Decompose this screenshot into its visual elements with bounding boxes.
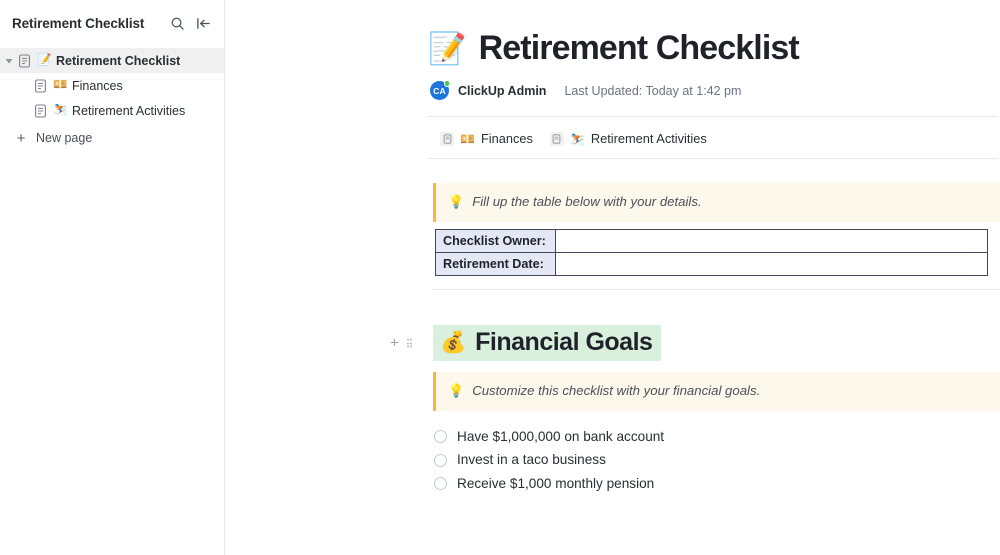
last-updated-text: Last Updated: Today at 1:42 pm bbox=[564, 83, 742, 98]
page-doc-icon bbox=[549, 131, 564, 146]
block-gutter-controls: + bbox=[390, 336, 413, 351]
list-item[interactable]: Have $1,000,000 on bank account bbox=[434, 428, 1000, 446]
subpage-emoji: 💴 bbox=[460, 131, 475, 146]
money-bag-icon: 💰 bbox=[440, 331, 467, 355]
new-page-label: New page bbox=[36, 131, 93, 145]
callout-text: Fill up the table below with your detail… bbox=[472, 194, 702, 210]
sidebar-page-tree: 📝 Retirement Checklist 💴 Finances ⛷️ Ret… bbox=[0, 46, 224, 151]
checklist-item-label: Have $1,000,000 on bank account bbox=[457, 428, 665, 444]
search-icon[interactable] bbox=[168, 14, 186, 32]
page-emoji: 📝 bbox=[37, 53, 52, 66]
section-heading-financial-goals[interactable]: 💰 Financial Goals bbox=[433, 325, 662, 361]
table-value-retirement-date[interactable] bbox=[555, 252, 988, 277]
page-doc-icon bbox=[16, 53, 32, 69]
page-emoji: ⛷️ bbox=[53, 103, 68, 116]
table-header-checklist-owner: Checklist Owner: bbox=[435, 229, 556, 254]
sidebar-title: Retirement Checklist bbox=[12, 15, 145, 31]
subpage-links: 💴 Finances ⛷️ Retirement Activities bbox=[428, 117, 1000, 158]
details-table-wrap: Checklist Owner: Retirement Date: bbox=[428, 229, 1000, 277]
page-doc-icon bbox=[32, 103, 48, 119]
table-header-retirement-date: Retirement Date: bbox=[435, 252, 556, 277]
sidebar-item-label: Retirement Checklist bbox=[56, 53, 181, 68]
status-dot-icon bbox=[443, 80, 450, 87]
plus-icon: + bbox=[16, 129, 26, 147]
subpage-link-retirement-activities[interactable]: ⛷️ Retirement Activities bbox=[549, 131, 707, 147]
table-row: Retirement Date: bbox=[435, 252, 988, 277]
sidebar-item-retirement-checklist[interactable]: 📝 Retirement Checklist bbox=[0, 48, 224, 73]
lightbulb-icon: 💡 bbox=[448, 194, 465, 210]
sidebar-item-retirement-activities[interactable]: ⛷️ Retirement Activities bbox=[0, 98, 224, 123]
checkbox-icon[interactable] bbox=[434, 430, 447, 444]
subpage-link-finances[interactable]: 💴 Finances bbox=[440, 131, 533, 146]
sidebar: Retirement Checklist 📝 Retirement Checkl… bbox=[0, 0, 225, 555]
list-item[interactable]: Receive $1,000 monthly pension bbox=[434, 475, 1000, 493]
document-title-row: 📝 Retirement Checklist bbox=[428, 29, 1000, 67]
plus-icon[interactable]: + bbox=[390, 336, 399, 351]
page-emoji: 💴 bbox=[53, 78, 68, 91]
checklist-item-label: Invest in a taco business bbox=[457, 452, 606, 468]
checkbox-icon[interactable] bbox=[434, 453, 447, 467]
document-title-emoji[interactable]: 📝 bbox=[428, 33, 467, 64]
document-meta: CA ClickUp Admin Last Updated: Today at … bbox=[428, 80, 1000, 101]
sidebar-item-label: Retirement Activities bbox=[72, 103, 186, 118]
page-doc-icon bbox=[32, 78, 48, 94]
avatar[interactable]: CA bbox=[430, 80, 450, 101]
table-value-checklist-owner[interactable] bbox=[555, 229, 988, 254]
document-body: 📝 Retirement Checklist CA ClickUp Admin … bbox=[225, 0, 1000, 493]
subpage-emoji: ⛷️ bbox=[569, 131, 585, 146]
callout-text: Customize this checklist with your finan… bbox=[472, 382, 761, 398]
collapse-sidebar-icon[interactable] bbox=[194, 14, 212, 32]
author-name: ClickUp Admin bbox=[458, 83, 547, 98]
lightbulb-icon: 💡 bbox=[448, 382, 465, 398]
drag-handle-icon[interactable] bbox=[406, 338, 413, 348]
section-financial-goals-block: + 💰 Financial Goals bbox=[390, 325, 1000, 361]
sidebar-item-finances[interactable]: 💴 Finances bbox=[0, 73, 224, 98]
subpage-label: Finances bbox=[480, 131, 533, 147]
table-row: Checklist Owner: bbox=[435, 229, 988, 254]
checklist-item-label: Receive $1,000 monthly pension bbox=[457, 476, 655, 492]
financial-goals-checklist: Have $1,000,000 on bank account Invest i… bbox=[434, 428, 1000, 493]
callout-customize-checklist[interactable]: 💡 Customize this checklist with your fin… bbox=[433, 371, 1000, 411]
subpage-label: Retirement Activities bbox=[590, 131, 707, 147]
app-root: Retirement Checklist 📝 Retirement Checkl… bbox=[0, 0, 1000, 555]
sidebar-item-label: Finances bbox=[72, 78, 123, 93]
details-table: Checklist Owner: Retirement Date: bbox=[435, 229, 988, 277]
divider-below-table bbox=[433, 289, 1000, 291]
sidebar-header: Retirement Checklist bbox=[0, 0, 224, 46]
main-content: 📝 Retirement Checklist CA ClickUp Admin … bbox=[225, 0, 1000, 555]
new-page-button[interactable]: + New page bbox=[0, 125, 224, 151]
page-title[interactable]: Retirement Checklist bbox=[479, 29, 800, 67]
callout-fill-table[interactable]: 💡 Fill up the table below with your deta… bbox=[433, 183, 1000, 223]
section-heading-text: Financial Goals bbox=[475, 328, 653, 357]
checkbox-icon[interactable] bbox=[434, 477, 447, 491]
expand-caret-icon[interactable] bbox=[2, 57, 16, 65]
page-doc-icon bbox=[440, 131, 454, 146]
list-item[interactable]: Invest in a taco business bbox=[434, 451, 1000, 469]
